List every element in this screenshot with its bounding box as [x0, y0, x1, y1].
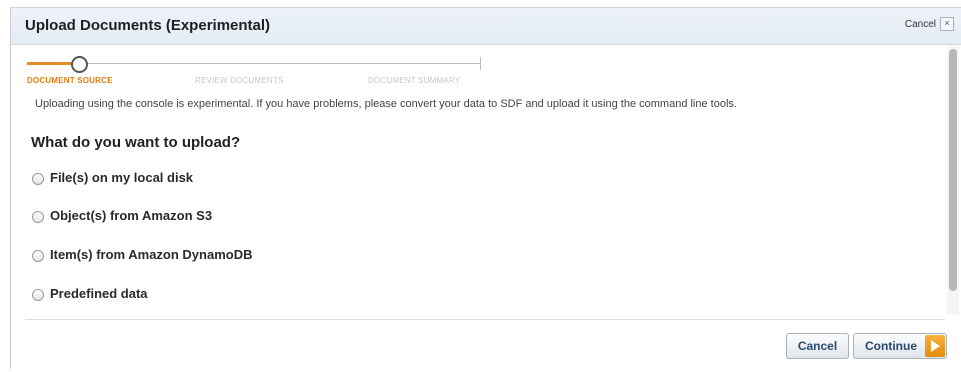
continue-button-label: Continue [865, 339, 917, 353]
option-local-disk-label: File(s) on my local disk [50, 170, 194, 185]
current-step-marker-icon [71, 56, 88, 73]
close-icon[interactable]: × [940, 17, 954, 31]
radio-predefined-data[interactable] [32, 289, 44, 301]
continue-button[interactable]: Continue [853, 333, 947, 359]
step-track [27, 63, 481, 64]
step-track-progress [27, 62, 73, 65]
footer-divider [25, 319, 945, 320]
radio-amazon-s3[interactable] [32, 211, 44, 223]
dialog-titlebar: Upload Documents (Experimental) Cancel × [11, 8, 961, 45]
step-document-source: Document Source [27, 76, 113, 85]
vertical-scrollbar[interactable] [947, 45, 959, 315]
option-amazon-dynamodb-label: Item(s) from Amazon DynamoDB [50, 247, 253, 262]
radio-local-disk[interactable] [32, 173, 44, 185]
progress-steps: Document Source Review Documents Documen… [27, 54, 487, 86]
dialog-title: Upload Documents (Experimental) [25, 17, 271, 34]
play-arrow-icon [925, 335, 945, 357]
experimental-notice: Uploading using the console is experimen… [35, 98, 737, 110]
upload-documents-dialog: Upload Documents (Experimental) Cancel ×… [10, 7, 961, 369]
step-track-end [480, 57, 481, 70]
scrollbar-thumb[interactable] [949, 49, 957, 291]
option-amazon-s3-label: Object(s) from Amazon S3 [50, 208, 213, 223]
titlebar-cancel-link[interactable]: Cancel [905, 19, 936, 30]
step-document-summary: Document Summary [368, 76, 461, 85]
cancel-button[interactable]: Cancel [786, 333, 849, 359]
upload-question: What do you want to upload? [31, 134, 241, 151]
step-review-documents: Review Documents [195, 76, 284, 85]
option-predefined-data-label: Predefined data [50, 286, 148, 301]
radio-amazon-dynamodb[interactable] [32, 250, 44, 262]
